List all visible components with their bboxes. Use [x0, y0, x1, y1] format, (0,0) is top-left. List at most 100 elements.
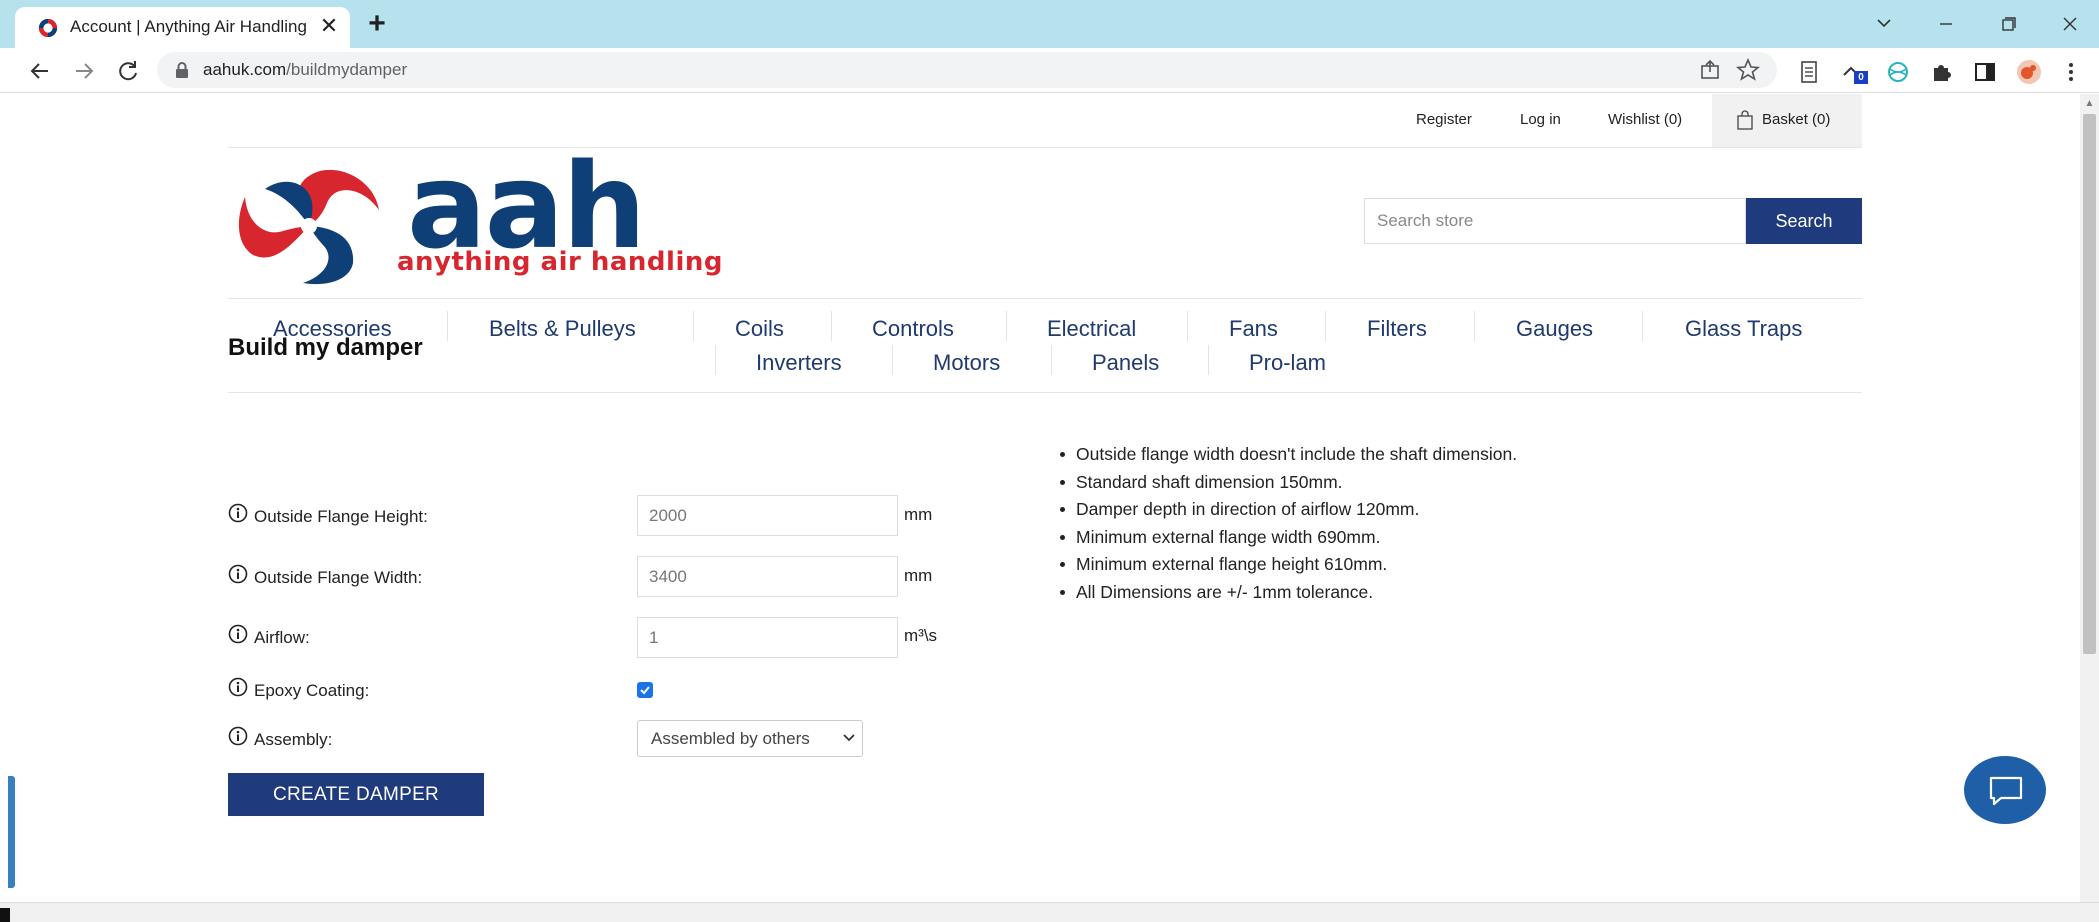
network-extension-icon[interactable] [1885, 59, 1911, 85]
create-damper-button[interactable]: CREATE DAMPER [228, 773, 484, 816]
info-icon[interactable] [228, 624, 248, 644]
url-path: /buildmydamper [286, 60, 408, 79]
url-host: aahuk.com [203, 60, 287, 79]
lock-icon [176, 62, 188, 78]
assembly-label: Assembly: [254, 730, 333, 749]
tab-strip: Account | Anything Air Handling ✕ + [0, 0, 2099, 48]
basket-label: Basket (0) [1762, 111, 1831, 128]
note-item: All Dimensions are +/- 1mm tolerance. [1059, 582, 1374, 602]
nav-controls[interactable]: Controls [872, 316, 954, 342]
side-feedback-tab[interactable] [8, 776, 15, 888]
login-link[interactable]: Log in [1520, 111, 1561, 128]
flange-height-label: Outside Flange Height: [254, 507, 428, 526]
reload-icon[interactable] [112, 55, 144, 87]
assembly-selected-value: Assembled by others [651, 729, 810, 748]
tab-search-chevron-icon[interactable] [1866, 9, 1902, 39]
assembly-select[interactable]: Assembled by others [637, 720, 863, 757]
nav-separator [892, 345, 893, 375]
browser-tab[interactable]: Account | Anything Air Handling ✕ [15, 7, 350, 48]
nav-separator [1642, 311, 1643, 341]
nav-glass-traps[interactable]: Glass Traps [1685, 316, 1802, 342]
chat-bubble-icon [1989, 776, 2023, 806]
site-logo[interactable]: aah anything air handling [232, 146, 752, 294]
note-item: Outside flange width doesn't include the… [1059, 444, 1518, 464]
bookmark-star-icon[interactable] [1735, 57, 1761, 83]
scroll-up-arrow-icon[interactable]: ▲ [2083, 98, 2096, 110]
flange-height-unit: mm [904, 505, 933, 524]
basket-link[interactable]: Basket (0) [1712, 94, 1862, 148]
chevron-down-icon [843, 734, 855, 742]
tab-close-icon[interactable]: ✕ [315, 12, 343, 40]
register-link[interactable]: Register [1416, 111, 1472, 128]
nav-fans[interactable]: Fans [1229, 316, 1278, 342]
flange-width-label: Outside Flange Width: [254, 568, 423, 587]
nav-panels[interactable]: Panels [1092, 350, 1159, 376]
close-window-icon[interactable] [2052, 9, 2088, 39]
nav-gauges[interactable]: Gauges [1516, 316, 1593, 342]
swirl-logo-icon [237, 167, 381, 285]
bottom-corner-marker [0, 908, 10, 922]
menu-kebab-icon[interactable] [2058, 59, 2084, 85]
nav-separator [1208, 345, 1209, 375]
flange-height-input[interactable] [637, 495, 898, 536]
page-title: Build my damper [228, 334, 423, 361]
minimize-icon[interactable] [1928, 9, 1964, 39]
airflow-unit: m³\s [904, 626, 938, 645]
document-extension-icon[interactable] [1796, 59, 1822, 85]
info-icon[interactable] [228, 503, 248, 523]
back-arrow-icon[interactable] [24, 55, 56, 87]
note-item: Standard shaft dimension 150mm. [1060, 472, 1343, 492]
flange-width-unit: mm [904, 566, 933, 585]
nav-bottom-divider [228, 392, 1862, 393]
nav-coils[interactable]: Coils [735, 316, 784, 342]
nav-filters[interactable]: Filters [1367, 316, 1427, 342]
puzzle-extensions-icon[interactable] [1928, 59, 1954, 85]
chat-button[interactable] [1964, 756, 2046, 824]
restore-icon[interactable] [1990, 9, 2026, 39]
nav-separator [447, 311, 448, 341]
epoxy-coating-label: Epoxy Coating: [254, 681, 370, 700]
nav-separator [715, 345, 716, 375]
browser-toolbar: aahuk.com/buildmydamper 0 [0, 48, 2099, 93]
profile-avatar[interactable] [2016, 59, 2042, 85]
logo-tagline: anything air handling [397, 247, 723, 277]
tracker-extension[interactable]: 0 [1840, 59, 1868, 85]
nav-separator [1051, 345, 1052, 375]
nav-separator [1474, 311, 1475, 341]
bottom-edge [0, 902, 2099, 922]
url-text[interactable]: aahuk.com/buildmydamper [203, 60, 407, 80]
checkmark-icon [640, 686, 650, 695]
address-bar[interactable]: aahuk.com/buildmydamper [157, 52, 1777, 88]
scroll-thumb[interactable] [2083, 114, 2096, 654]
extension-badge: 0 [1854, 71, 1868, 84]
nav-separator [1187, 311, 1188, 341]
page-scrollbar[interactable]: ▲ [2080, 94, 2099, 902]
search-input[interactable] [1364, 198, 1746, 244]
note-item: Damper depth in direction of airflow 120… [1059, 499, 1420, 519]
airflow-input[interactable] [637, 617, 898, 658]
new-tab-button[interactable]: + [362, 9, 392, 40]
epoxy-coating-checkbox[interactable] [637, 682, 653, 698]
tab-title: Account | Anything Air Handling [70, 17, 307, 36]
wishlist-link[interactable]: Wishlist (0) [1608, 111, 1682, 128]
info-icon[interactable] [228, 726, 248, 746]
nav-inverters[interactable]: Inverters [756, 350, 842, 376]
nav-separator [693, 311, 694, 341]
nav-motors[interactable]: Motors [933, 350, 1000, 376]
nav-separator [1325, 311, 1326, 341]
info-icon[interactable] [228, 564, 248, 584]
search-button[interactable]: Search [1746, 198, 1862, 244]
aah-favicon-icon [37, 17, 59, 39]
flange-width-input[interactable] [637, 556, 898, 597]
airflow-label: Airflow: [254, 628, 310, 647]
nav-electrical[interactable]: Electrical [1047, 316, 1136, 342]
side-panel-icon[interactable] [1972, 59, 1998, 85]
nav-top-divider [228, 298, 1862, 299]
nav-belts-pulleys[interactable]: Belts & Pulleys [489, 316, 636, 342]
nav-pro-lam[interactable]: Pro-lam [1249, 350, 1326, 376]
shopping-bag-icon [1737, 110, 1753, 130]
forward-arrow-icon[interactable] [68, 55, 100, 87]
share-icon[interactable] [1697, 57, 1723, 83]
info-icon[interactable] [228, 677, 248, 697]
nav-separator [831, 311, 832, 341]
